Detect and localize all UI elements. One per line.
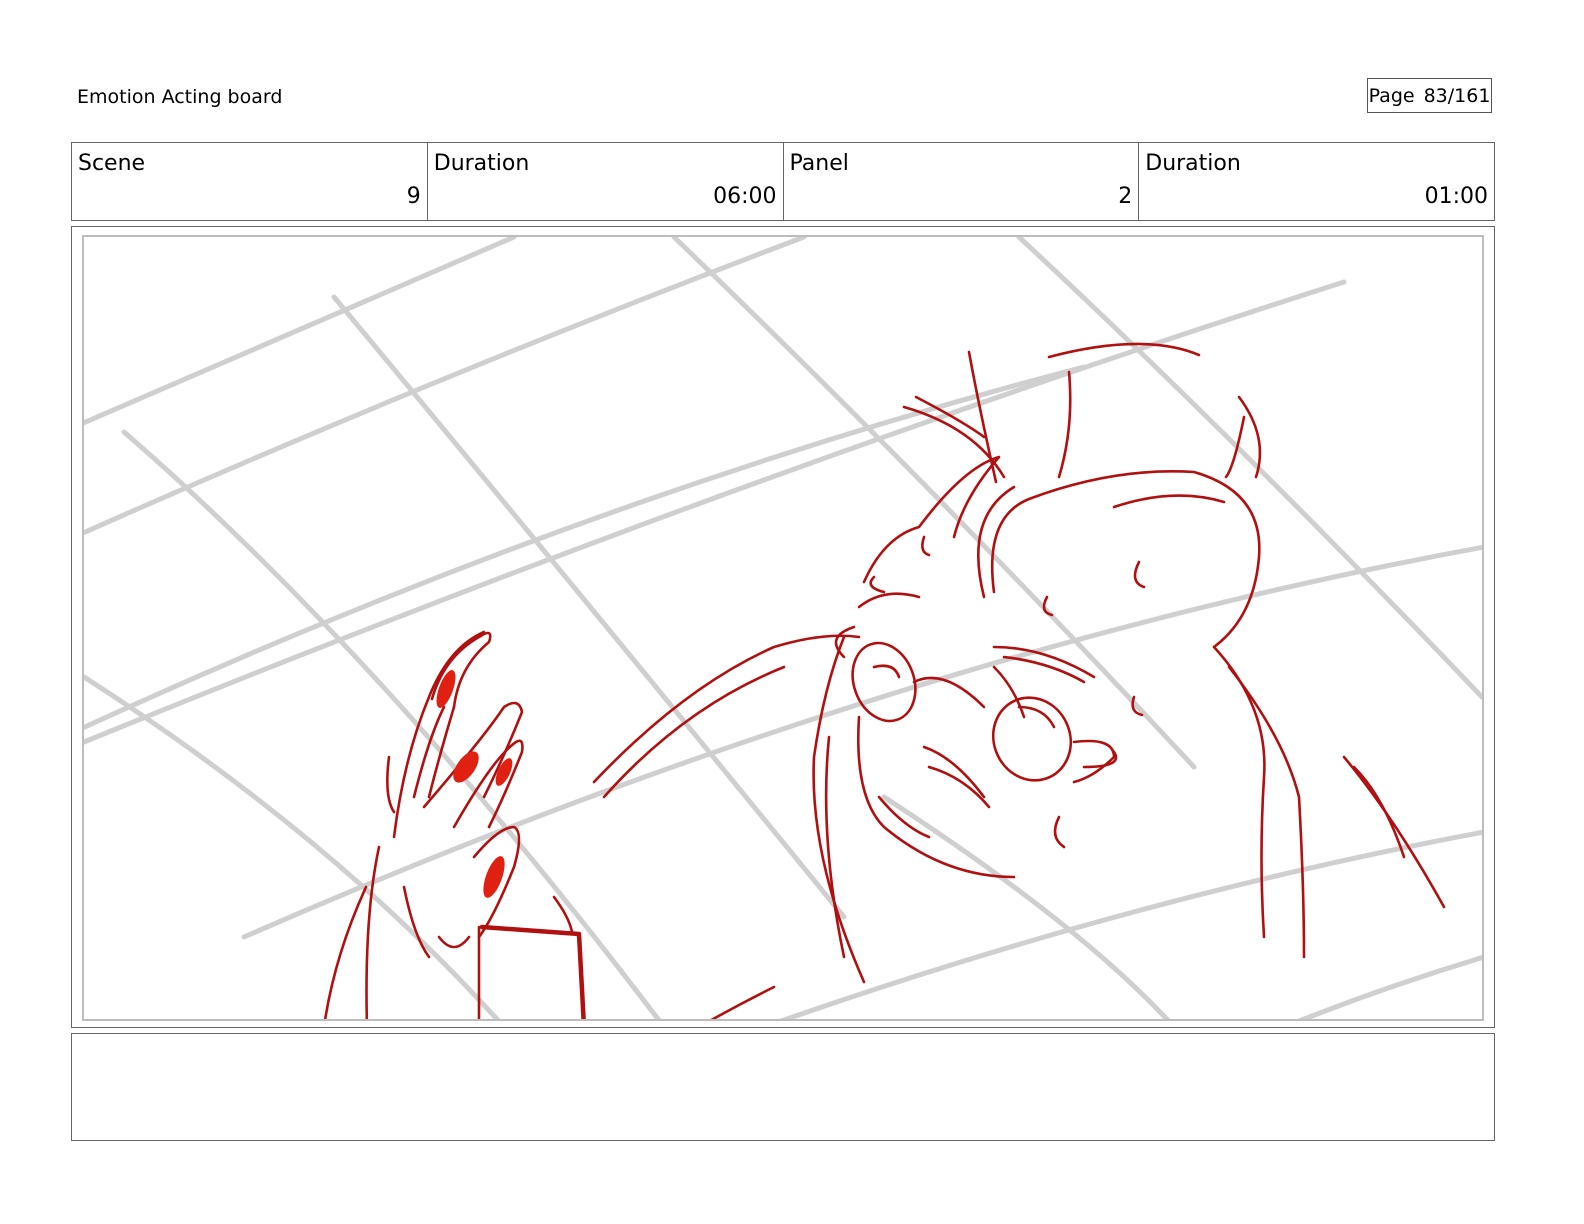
- scene-label: Scene: [78, 151, 146, 176]
- panel-label: Panel: [789, 151, 849, 176]
- scene-value: 9: [406, 184, 421, 209]
- storyboard-panel: [82, 235, 1484, 1021]
- scene-duration-value: 06:00: [713, 184, 777, 209]
- sketch-illustration: [84, 237, 1482, 1019]
- page-label: Page: [1368, 84, 1415, 107]
- scene-duration-label: Duration: [433, 151, 530, 176]
- page-indicator: Page 83/161: [1367, 78, 1492, 113]
- scene-cell: Scene 9: [72, 143, 428, 220]
- panel-duration-value: 01:00: [1424, 184, 1488, 209]
- scene-duration-cell: Duration 06:00: [428, 143, 784, 220]
- panel-duration-label: Duration: [1145, 151, 1241, 176]
- notes-box: [71, 1033, 1495, 1141]
- panel-duration-cell: Duration 01:00: [1139, 143, 1494, 220]
- info-table: Scene 9 Duration 06:00 Panel 2 Duration …: [71, 142, 1495, 221]
- panel-cell: Panel 2: [784, 143, 1140, 220]
- document-title: Emotion Acting board: [77, 86, 283, 108]
- page-number: 83/161: [1423, 84, 1491, 107]
- panel-value: 2: [1118, 184, 1133, 209]
- background-grid: [84, 237, 1482, 1019]
- storyboard-frame: [71, 226, 1495, 1028]
